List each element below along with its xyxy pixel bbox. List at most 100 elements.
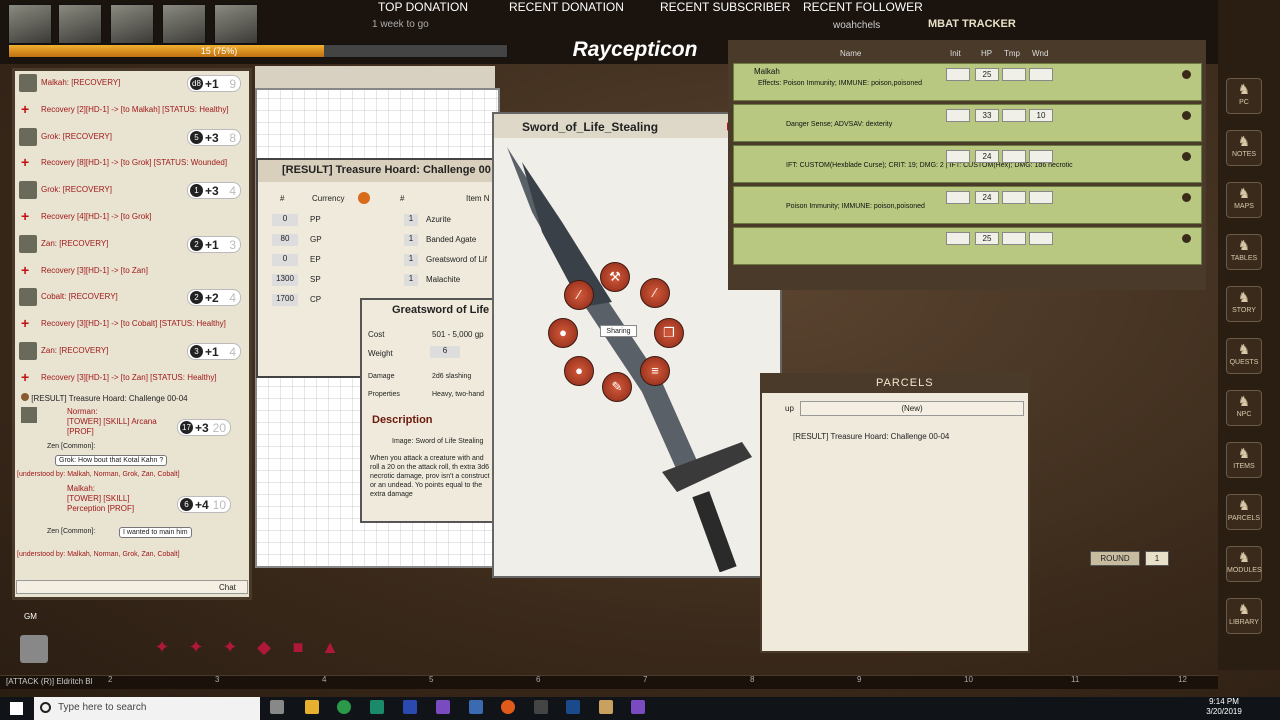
init-field[interactable]: [946, 109, 970, 122]
app-icon[interactable]: [469, 700, 483, 714]
d8-die-icon[interactable]: ◆: [252, 635, 276, 659]
sidebar-tables-button[interactable]: ♞ TABLES: [1226, 234, 1262, 270]
active-toggle-icon[interactable]: [1182, 234, 1191, 243]
currency-row[interactable]: 0 PP: [266, 212, 378, 228]
tmp-field[interactable]: [1002, 232, 1026, 245]
chat-send-button[interactable]: Chat: [219, 583, 236, 592]
system-clock[interactable]: 9:14 PM 3/20/2019: [1204, 697, 1244, 717]
item-count[interactable]: 1: [404, 274, 418, 286]
modifier-box[interactable]: [20, 635, 48, 663]
init-field[interactable]: [946, 68, 970, 81]
wnd-field[interactable]: [1029, 68, 1053, 81]
currency-row[interactable]: 0 EP: [266, 252, 378, 268]
file-explorer-icon[interactable]: [305, 700, 319, 714]
chat-window[interactable]: d8 +1 9 Malkah: [RECOVERY] + Recovery [2][HD-…: [12, 68, 252, 600]
party-portrait[interactable]: [214, 4, 258, 44]
app-icon[interactable]: [501, 700, 515, 714]
task-view-icon[interactable]: [270, 700, 284, 714]
chat-result-line[interactable]: [RESULT] Treasure Hoard: Challenge 00-04: [21, 393, 247, 403]
tmp-field[interactable]: [1002, 150, 1026, 163]
item-row[interactable]: 1 Banded Agate: [404, 232, 494, 248]
sidebar-notes-button[interactable]: ♞ NOTES: [1226, 130, 1262, 166]
party-portrait[interactable]: [162, 4, 206, 44]
wnd-field[interactable]: [1029, 191, 1053, 204]
currency-row[interactable]: 1300 SP: [266, 272, 378, 288]
windows-start-icon[interactable]: [10, 702, 23, 715]
hotkey-slot-1[interactable]: [ATTACK (R)] Eldritch Bl: [6, 677, 92, 686]
chat-input[interactable]: [16, 580, 248, 594]
radial-wand-icon[interactable]: ⁄: [640, 278, 670, 308]
active-toggle-icon[interactable]: [1182, 193, 1191, 202]
hp-field[interactable]: 25: [975, 232, 999, 245]
combatant-row[interactable]: Poison Immunity; IMMUNE: poison,poisoned…: [733, 186, 1202, 224]
steam-icon[interactable]: [566, 700, 580, 714]
item-count[interactable]: 1: [404, 214, 418, 226]
sidebar-npc-button[interactable]: ♞ NPC: [1226, 390, 1262, 426]
combatant-row[interactable]: IFT: CUSTOM(Hexblade Curse); CRIT: 19; D…: [733, 145, 1202, 183]
item-count[interactable]: 1: [404, 254, 418, 266]
party-portrait[interactable]: [8, 4, 52, 44]
party-portrait[interactable]: [110, 4, 154, 44]
sidebar-library-button[interactable]: ♞ LIBRARY: [1226, 598, 1262, 634]
parcels-group-dropdown[interactable]: (New): [800, 401, 1024, 416]
tmp-field[interactable]: [1002, 68, 1026, 81]
twitch-icon[interactable]: [436, 700, 450, 714]
sidebar-pc-button[interactable]: ♞ PC: [1226, 78, 1262, 114]
fantasy-grounds-icon[interactable]: [599, 700, 613, 714]
app-icon[interactable]: [403, 700, 417, 714]
sidebar-parcels-button[interactable]: ♞ PARCELS: [1226, 494, 1262, 530]
hp-field[interactable]: 33: [975, 109, 999, 122]
edit-icon[interactable]: [358, 192, 370, 204]
hp-field[interactable]: 24: [975, 191, 999, 204]
tmp-field[interactable]: [1002, 191, 1026, 204]
hp-field[interactable]: 24: [975, 150, 999, 163]
combatant-row[interactable]: Malkah Effects: Poison Immunity; IMMUNE: …: [733, 63, 1202, 101]
currency-amount[interactable]: 0: [272, 254, 298, 266]
hp-field[interactable]: 25: [975, 68, 999, 81]
radial-list-icon[interactable]: ≡: [640, 356, 670, 386]
twitch-icon[interactable]: [631, 700, 645, 714]
currency-amount[interactable]: 0: [272, 214, 298, 226]
sidebar-modules-button[interactable]: ♞ MODULES: [1226, 546, 1262, 582]
wnd-field[interactable]: [1029, 232, 1053, 245]
active-toggle-icon[interactable]: [1182, 152, 1191, 161]
map-toolbar[interactable]: [255, 66, 495, 88]
item-detail-window[interactable]: Greatsword of Life Cost 501 - 5,000 gp W…: [360, 298, 498, 523]
sidebar-items-button[interactable]: ♞ ITEMS: [1226, 442, 1262, 478]
d10-die-icon[interactable]: ✦: [218, 635, 242, 659]
d4-die-icon[interactable]: ▲: [318, 635, 342, 659]
combatant-row[interactable]: Danger Sense; ADVSAV: dexterity 33 10: [733, 104, 1202, 142]
round-number[interactable]: 1: [1145, 551, 1169, 566]
d12-die-icon[interactable]: ✦: [184, 635, 208, 659]
currency-amount[interactable]: 80: [272, 234, 298, 246]
d20-die-icon[interactable]: ✦: [150, 635, 174, 659]
combatant-row[interactable]: 25: [733, 227, 1202, 265]
active-toggle-icon[interactable]: [1182, 111, 1191, 120]
treasure-title-bar[interactable]: [RESULT] Treasure Hoard: Challenge 00: [258, 160, 494, 182]
init-field[interactable]: [946, 191, 970, 204]
chrome-icon[interactable]: [337, 700, 351, 714]
hotkey-bar[interactable]: [0, 675, 1218, 689]
sidebar-maps-button[interactable]: ♞ MAPS: [1226, 182, 1262, 218]
tmp-field[interactable]: [1002, 109, 1026, 122]
parcel-item[interactable]: [RESULT] Treasure Hoard: Challenge 00-04: [793, 432, 949, 441]
radial-sword-icon[interactable]: ⁄: [564, 280, 594, 310]
init-field[interactable]: [946, 150, 970, 163]
party-portrait[interactable]: [58, 4, 102, 44]
radial-share-icon[interactable]: ●: [548, 318, 578, 348]
item-count[interactable]: 1: [404, 234, 418, 246]
app-icon[interactable]: [534, 700, 548, 714]
item-row[interactable]: 1 Azurite: [404, 212, 494, 228]
radial-axe-icon[interactable]: ⚒: [600, 262, 630, 292]
app-icon[interactable]: [370, 700, 384, 714]
radial-head-icon[interactable]: ●: [564, 356, 594, 386]
item-row[interactable]: 1 Greatsword of Lif: [404, 252, 494, 268]
radial-window-icon[interactable]: ❐: [654, 318, 684, 348]
item-row[interactable]: 1 Malachite: [404, 272, 494, 288]
d6-die-icon[interactable]: ■: [286, 635, 310, 659]
sidebar-quests-button[interactable]: ♞ QUESTS: [1226, 338, 1262, 374]
init-field[interactable]: [946, 232, 970, 245]
sidebar-story-button[interactable]: ♞ STORY: [1226, 286, 1262, 322]
image-link[interactable]: Image: Sword of Life Stealing: [392, 438, 483, 445]
wnd-field[interactable]: [1029, 150, 1053, 163]
